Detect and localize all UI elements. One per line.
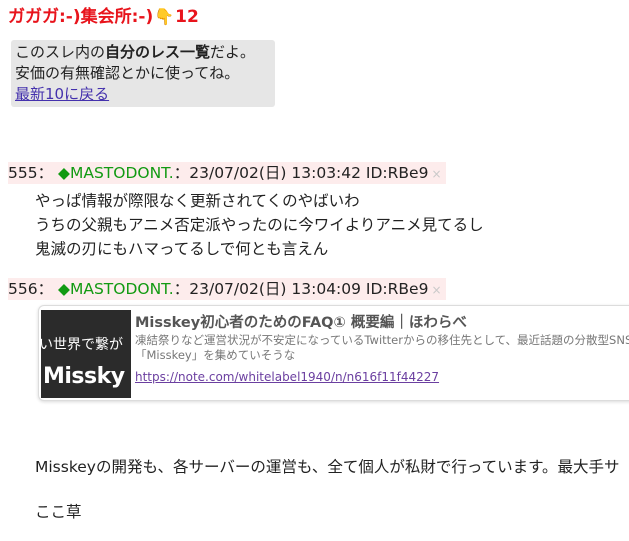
post-text-line: 鬼滅の刃にもハマってるしで何とも言えん [35,240,329,258]
pointing-hand-icon: 👇 [154,7,175,26]
poster-name: ◆MASTODONT. [58,164,174,182]
post-header: 555： ◆MASTODONT.：23/07/02(日) 13:03:42 ID… [8,162,446,184]
thread-title-count: 12 [175,7,199,27]
thumbnail-text: い世界で繋が [41,337,123,353]
back-to-latest-link[interactable]: 最新10に戻る [15,85,109,103]
notice-text: このスレ内の [15,43,106,61]
delete-icon[interactable]: × [431,167,441,181]
post-number[interactable]: 555 [8,164,38,182]
post-text-line: やっぱ情報が際限なく更新されてくのやばいわ [35,192,360,210]
post-number[interactable]: 556 [8,280,38,298]
post-date-id: ：23/07/02(日) 13:03:42 ID:RBe9 [173,164,429,182]
preview-title: Misskey初心者のためのFAQ① 概要編｜ほわらべ [135,315,467,331]
own-posts-notice: このスレ内の自分のレス一覧だよ。 安価の有無確認とかに使ってね。 最新10に戻る [11,40,275,107]
post-date-id: ：23/07/02(日) 13:04:09 ID:RBe9 [173,280,429,298]
notice-line-1: このスレ内の自分のレス一覧だよ。 [15,42,271,63]
post-text-line: うちの父親もアニメ否定派やったのに今ワイよりアニメ見てるし [35,216,484,234]
delete-icon[interactable]: × [431,283,441,297]
post-separator: ： [37,280,54,298]
notice-line-2: 安価の有無確認とかに使ってね。 [15,64,240,82]
preview-url-link[interactable]: https://note.com/whitelabel1940/n/n616f1… [135,370,439,384]
poster-name: ◆MASTODONT. [58,280,174,298]
misskey-logo: Missky [43,364,125,389]
link-preview-card[interactable]: い世界で繋が Missky Misskey初心者のためのFAQ① 概要編｜ほわら… [38,305,629,401]
notice-text: だよ。 [210,43,256,61]
post-text-line: Misskeyの開発も、各サーバーの運営も、全て個人が私財で行っています。最大手… [35,458,620,476]
preview-description: 凍結祭りなど運営状況が不安定になっているTwitterからの移住先として、最近話… [135,333,629,362]
post-text-line: ここ草 [35,503,82,521]
post-separator: ： [37,164,54,182]
post-header: 556： ◆MASTODONT.：23/07/02(日) 13:04:09 ID… [8,278,446,300]
notice-bold-text: 自分のレス一覧 [105,43,211,61]
thread-title-text: ガガガ:-)集会所:-) [8,7,154,27]
thread-title: ガガガ:-)集会所:-)👇12 [8,2,199,27]
preview-thumbnail: い世界で繋が Missky [41,310,131,398]
